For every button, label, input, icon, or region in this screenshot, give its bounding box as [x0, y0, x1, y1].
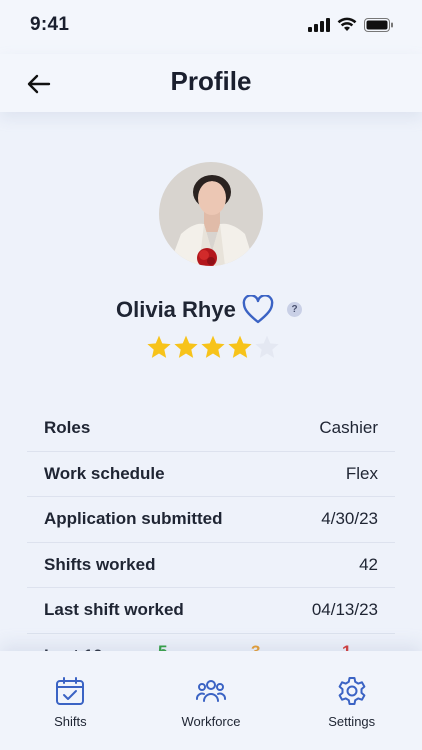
- help-icon[interactable]: ?: [287, 302, 302, 317]
- rating-stars: [146, 334, 280, 360]
- details-list: Roles Cashier Work schedule Flex Applica…: [27, 406, 395, 664]
- tab-workforce[interactable]: Workforce: [141, 651, 282, 750]
- calendar-check-icon: [56, 677, 85, 705]
- status-icons: [308, 17, 394, 32]
- tab-label: Workforce: [181, 714, 241, 729]
- favorite-button[interactable]: [242, 294, 274, 325]
- tab-label: Settings: [328, 714, 376, 729]
- detail-value: Cashier: [319, 418, 378, 438]
- star-empty-icon: [255, 335, 279, 358]
- star-icon: [147, 335, 171, 358]
- cellular-signal-icon: [308, 17, 330, 32]
- battery-icon: [364, 17, 393, 32]
- tab-bar: Shifts Workforce Settings: [0, 651, 422, 750]
- avatar: [159, 162, 263, 266]
- detail-value: 04/13/23: [311, 600, 378, 620]
- page-title: Profile: [170, 66, 252, 96]
- detail-value: Flex: [345, 463, 378, 483]
- detail-row-application-submitted: Application submitted 4/30/23: [27, 497, 395, 543]
- status-time: 9:41: [30, 14, 70, 35]
- detail-value: 4/30/23: [321, 509, 378, 529]
- heart-icon: [242, 294, 274, 324]
- detail-row-roles: Roles Cashier: [27, 406, 395, 452]
- detail-label: Shifts worked: [44, 554, 156, 574]
- tab-label: Shifts: [54, 714, 87, 729]
- detail-row-last-shift-worked: Last shift worked 04/13/23: [27, 588, 395, 634]
- header: Profile: [0, 54, 422, 112]
- star-icon: [228, 335, 252, 358]
- gear-icon: [338, 677, 366, 705]
- status-bar: 9:41: [0, 0, 422, 54]
- detail-value: 42: [359, 554, 378, 574]
- detail-label: Work schedule: [44, 463, 165, 483]
- star-icon: [174, 335, 198, 358]
- detail-label: Last shift worked: [44, 600, 184, 620]
- detail-label: Roles: [44, 418, 91, 438]
- tab-shifts[interactable]: Shifts: [0, 651, 141, 750]
- detail-label: Application submitted: [44, 509, 223, 529]
- star-icon: [201, 335, 225, 358]
- name-row: Olivia Rhye ?: [0, 294, 422, 328]
- tab-settings[interactable]: Settings: [281, 651, 422, 750]
- detail-row-work-schedule: Work schedule Flex: [27, 452, 395, 497]
- profile-photo: [159, 162, 263, 266]
- people-group-icon: [196, 680, 226, 702]
- user-name: Olivia Rhye: [116, 297, 236, 322]
- detail-row-shifts-worked: Shifts worked 42: [27, 543, 395, 588]
- wifi-icon: [337, 17, 357, 31]
